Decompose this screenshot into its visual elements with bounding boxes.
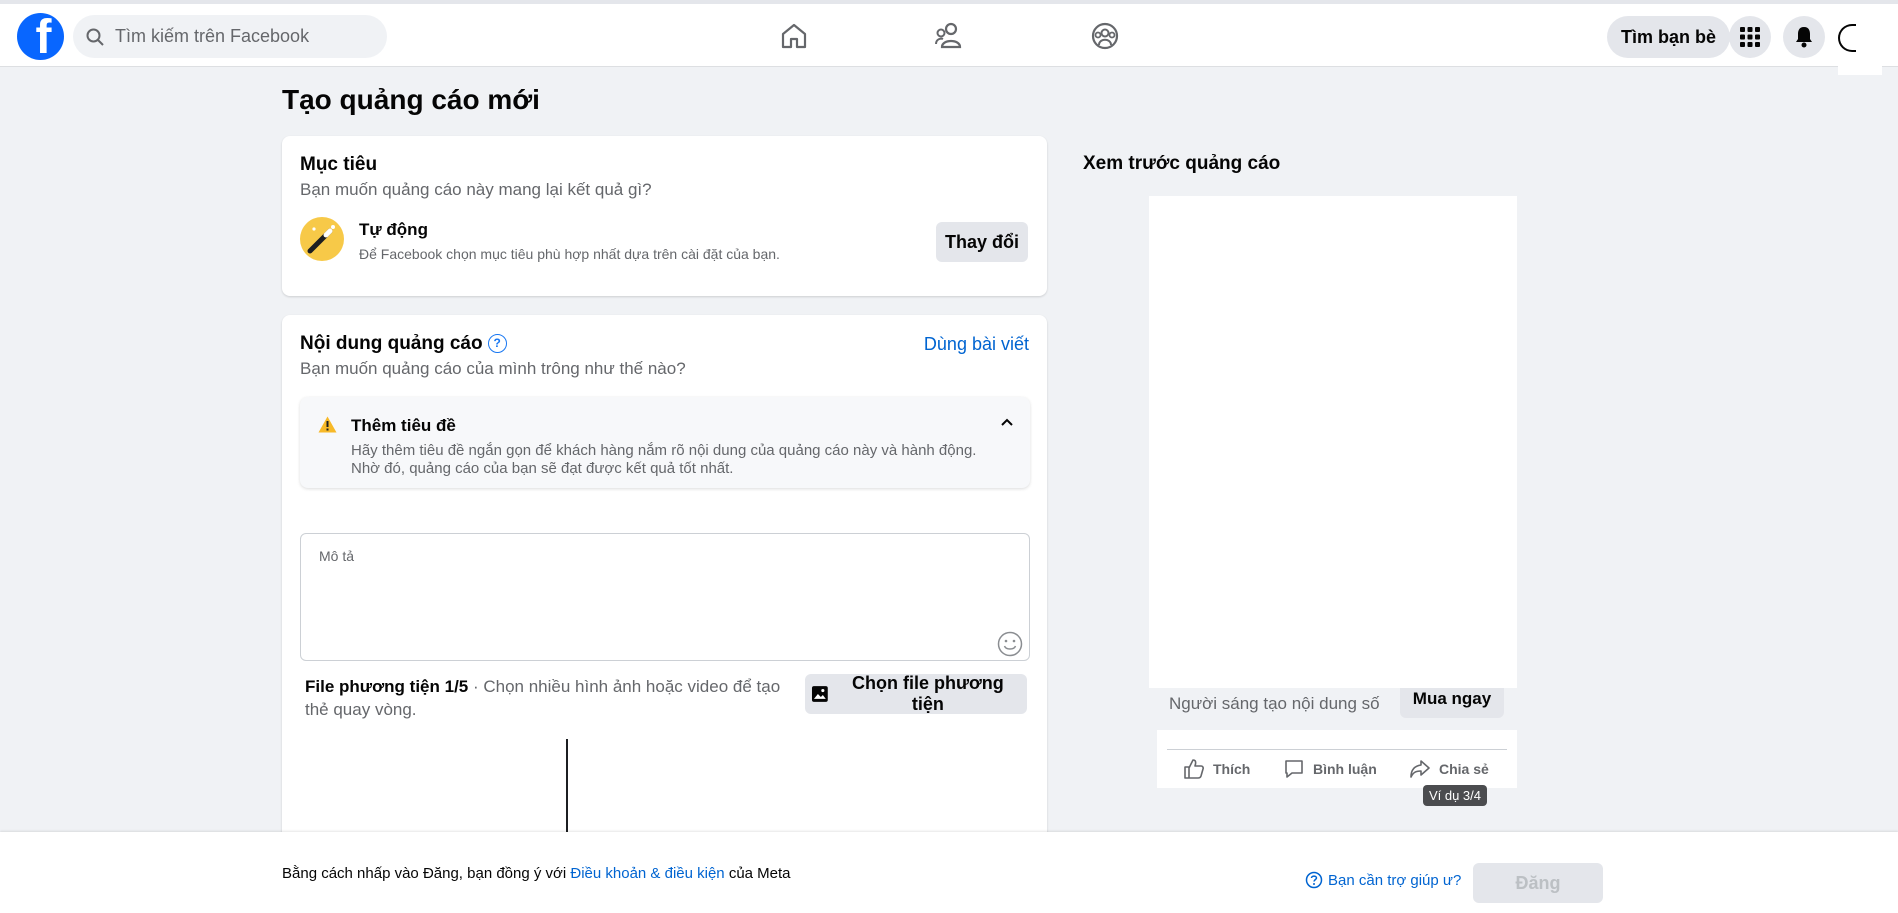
post-button[interactable]: Đăng: [1473, 863, 1603, 903]
share-action[interactable]: Chia sẻ: [1409, 758, 1489, 780]
warning-icon: [318, 416, 337, 433]
friends-icon[interactable]: [934, 20, 966, 52]
help-label: Bạn cần trợ giúp ư?: [1328, 871, 1462, 889]
search-input[interactable]: [113, 25, 367, 48]
notifications-button[interactable]: [1783, 16, 1825, 58]
objective-card: Mục tiêu Bạn muốn quảng cáo này mang lại…: [282, 136, 1047, 296]
description-input[interactable]: [317, 546, 1001, 640]
question-circle-icon: [1305, 871, 1323, 889]
emoji-icon[interactable]: [997, 631, 1023, 657]
terms-suffix: của Meta: [724, 865, 791, 882]
comment-icon: [1285, 760, 1303, 778]
comment-label: Bình luận: [1313, 761, 1377, 777]
content-heading-row: Nội dung quảng cáo?: [300, 333, 507, 355]
image-icon: [811, 686, 828, 702]
groups-icon[interactable]: [1089, 20, 1121, 52]
like-label: Thích: [1213, 761, 1251, 777]
search-box[interactable]: [73, 15, 387, 58]
headline-warning-box: Thêm tiêu đề Hãy thêm tiêu đề ngắn gọn đ…: [300, 397, 1030, 488]
objective-heading: Mục tiêu: [300, 154, 378, 175]
use-post-link[interactable]: Dùng bài viết: [924, 334, 1029, 355]
bottom-action-bar: Bằng cách nhấp vào Đăng, bạn đồng ý với …: [0, 832, 1898, 913]
thumbs-up-icon: [1184, 759, 1204, 779]
notifications-icon: [1796, 27, 1812, 48]
menu-grid-button[interactable]: [1729, 16, 1771, 58]
content-heading: Nội dung quảng cáo: [300, 333, 483, 354]
content-subtitle: Bạn muốn quảng cáo của mình trông như th…: [300, 359, 686, 378]
search-icon: [86, 28, 104, 46]
objective-name: Tự động: [359, 220, 428, 239]
page-title: Tạo quảng cáo mới: [282, 84, 540, 115]
terms-link[interactable]: Điều khoản & điều kiện: [570, 865, 724, 882]
chevron-up-icon[interactable]: [1000, 417, 1014, 427]
media-count-label: File phương tiện 1/5: [305, 677, 469, 696]
share-label: Chia sẻ: [1439, 761, 1489, 777]
media-section-text: File phương tiện 1/5 · Chọn nhiều hình ả…: [305, 675, 805, 721]
choose-media-button[interactable]: Chọn file phương tiện: [805, 673, 1027, 714]
media-placeholder-divider: [566, 739, 568, 835]
top-navigation-bar: f Tìm bạn bè: [0, 0, 1898, 75]
account-avatar[interactable]: [1838, 4, 1882, 75]
help-link[interactable]: Bạn cần trợ giúp ư?: [1305, 871, 1461, 889]
example-counter-badge: Ví dụ 3/4: [1423, 785, 1487, 806]
choose-media-label: Chọn file phương tiện: [851, 673, 1004, 714]
ad-preview-image: [1149, 196, 1517, 688]
help-circle-icon[interactable]: ?: [487, 334, 507, 353]
preview-divider: [1167, 749, 1507, 750]
find-friends-button[interactable]: Tìm bạn bè: [1607, 16, 1731, 58]
share-icon: [1410, 760, 1430, 778]
warning-text: Hãy thêm tiêu đề ngắn gọn để khách hàng …: [351, 442, 977, 477]
home-icon[interactable]: [778, 20, 810, 52]
preview-creator-label: Người sáng tạo nội dung số: [1169, 694, 1380, 713]
menu-grid-icon: [1740, 27, 1760, 47]
change-objective-button[interactable]: Thay đổi: [936, 222, 1028, 262]
preview-heading: Xem trước quảng cáo: [1083, 153, 1281, 174]
comment-action[interactable]: Bình luận: [1283, 758, 1377, 780]
terms-prefix: Bằng cách nhấp vào Đăng, bạn đồng ý với: [282, 865, 571, 882]
objective-description: Để Facebook chọn mục tiêu phù hợp nhất d…: [359, 246, 780, 262]
terms-notice: Bằng cách nhấp vào Đăng, bạn đồng ý với …: [282, 865, 791, 882]
like-action[interactable]: Thích: [1183, 758, 1250, 780]
objective-subtitle: Bạn muốn quảng cáo này mang lại kết quả …: [300, 180, 652, 199]
ad-preview-footer: Người sáng tạo nội dung số Mua ngay Thíc…: [1157, 672, 1517, 788]
ad-content-card: Nội dung quảng cáo? Dùng bài viết Bạn mu…: [282, 315, 1047, 835]
magic-wand-icon: [300, 217, 344, 261]
warning-title: Thêm tiêu đề: [351, 416, 456, 435]
description-field[interactable]: [300, 533, 1030, 661]
facebook-logo-icon[interactable]: f: [17, 13, 64, 60]
